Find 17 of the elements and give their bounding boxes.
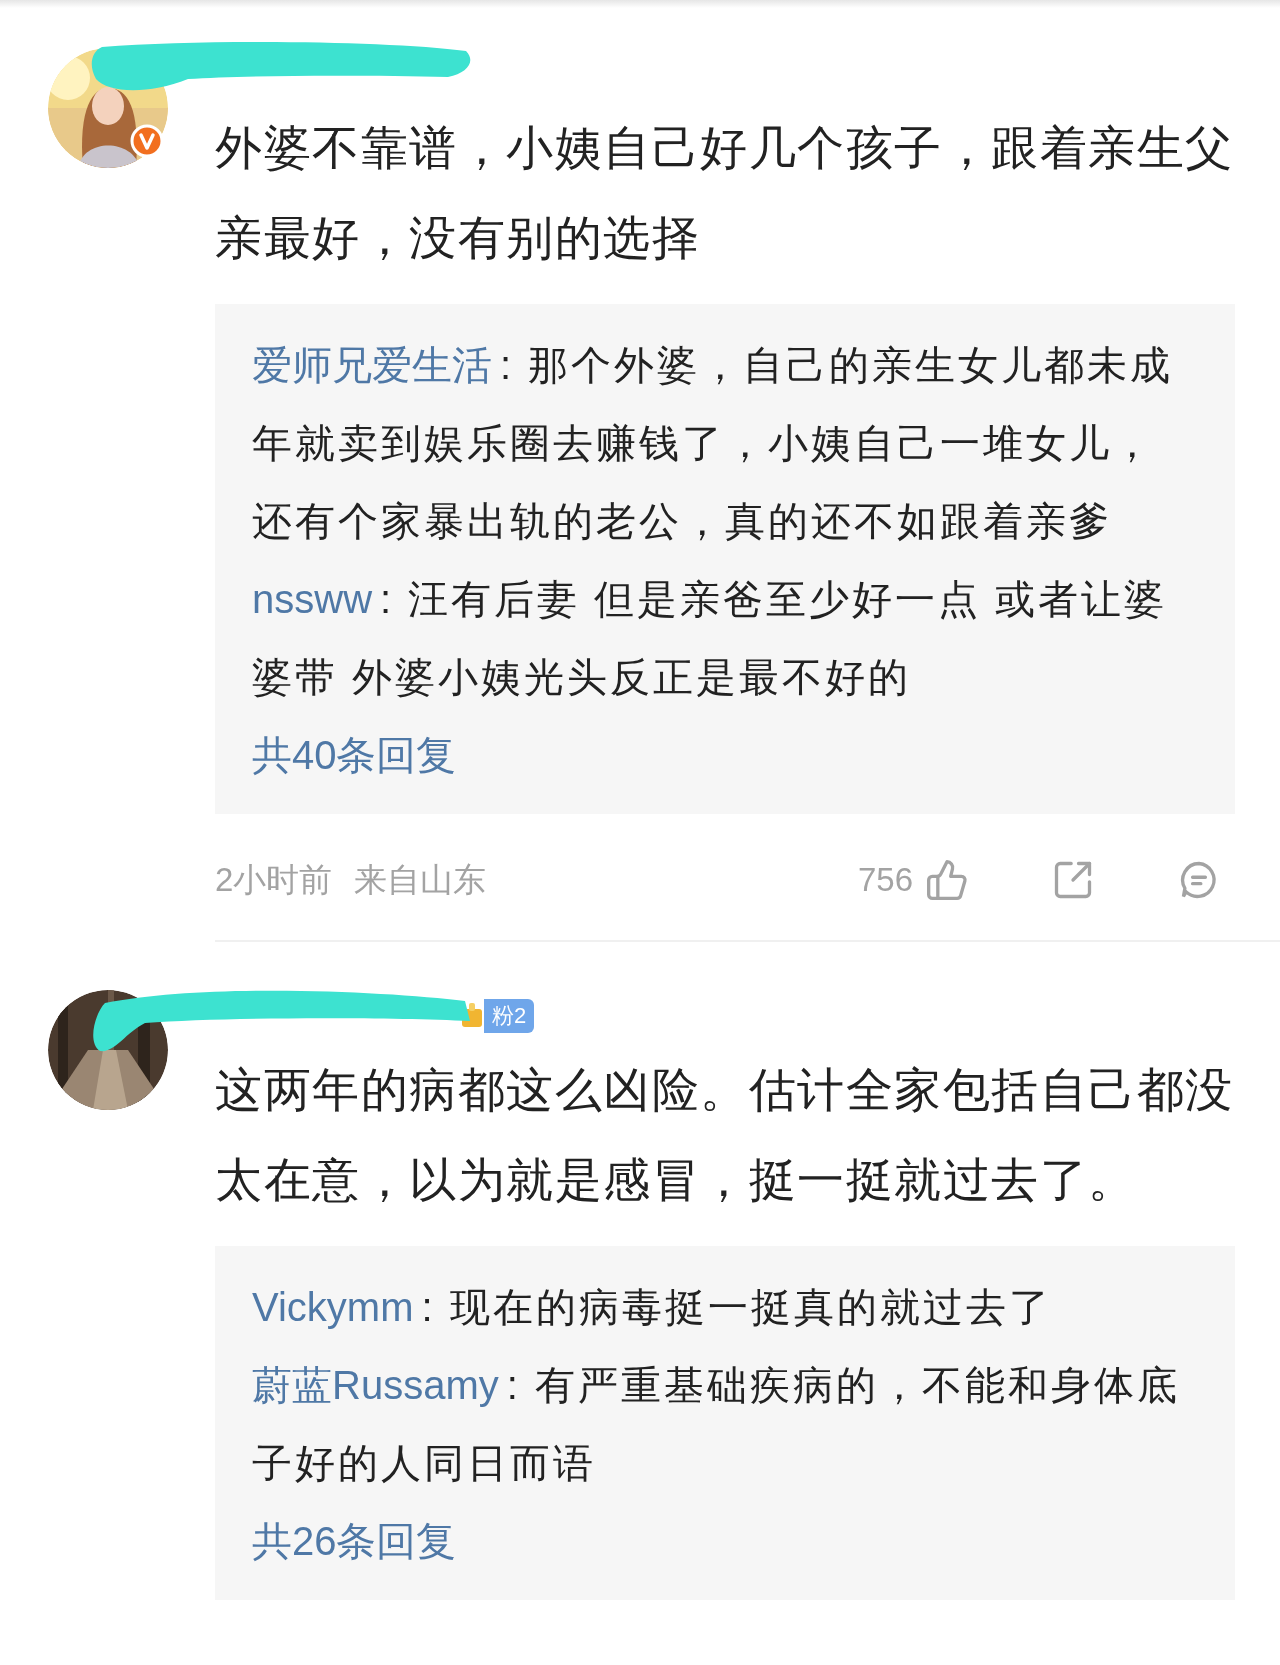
- post-location: 来自山东: [354, 860, 487, 901]
- more-replies-link[interactable]: 共40条回复: [252, 716, 1194, 794]
- reply-text: nssww : 汪有后妻 但是亲爸至少好一点 或者让婆婆带 外婆小姨光头反正是最不好的: [252, 576, 1169, 701]
- reply-text: 爱师兄爱生活 : 那个外婆，自己的亲生女儿都未成年就卖到娱乐圈去赚钱了，小姨自己一堆女儿，还有个家暴出轨的老公，真的还不如跟着亲爹: [252, 342, 1175, 545]
- reply-username[interactable]: nssww: [252, 577, 373, 621]
- comment-text: 外婆不靠谱，小姨自己好几个孩子，跟着亲生父亲最好，没有别的选择: [215, 120, 1235, 266]
- reply-username[interactable]: Vickymm: [252, 1285, 414, 1329]
- reply-username[interactable]: 蔚蓝Russamy: [252, 1363, 499, 1407]
- fan-level-badge: 粉2: [484, 999, 535, 1033]
- like-count: 756: [857, 860, 913, 901]
- like-icon[interactable]: [925, 858, 969, 902]
- post-time: 2小时前: [215, 860, 333, 901]
- comment-text: 这两年的病都这么凶险。估计全家包括自己都没太在意，以为就是感冒，挺一挺就过去了。: [215, 1062, 1235, 1208]
- reply-text: 蔚蓝Russamy : 有严重基础疾病的，不能和身体底子好的人同日而语: [252, 1362, 1181, 1487]
- reply-username[interactable]: 爱师兄爱生活: [252, 343, 492, 387]
- more-replies-link[interactable]: 共26条回复: [252, 1502, 1194, 1580]
- reply-text: Vickymm : 现在的病毒挺一挺真的就过去了: [252, 1284, 1053, 1331]
